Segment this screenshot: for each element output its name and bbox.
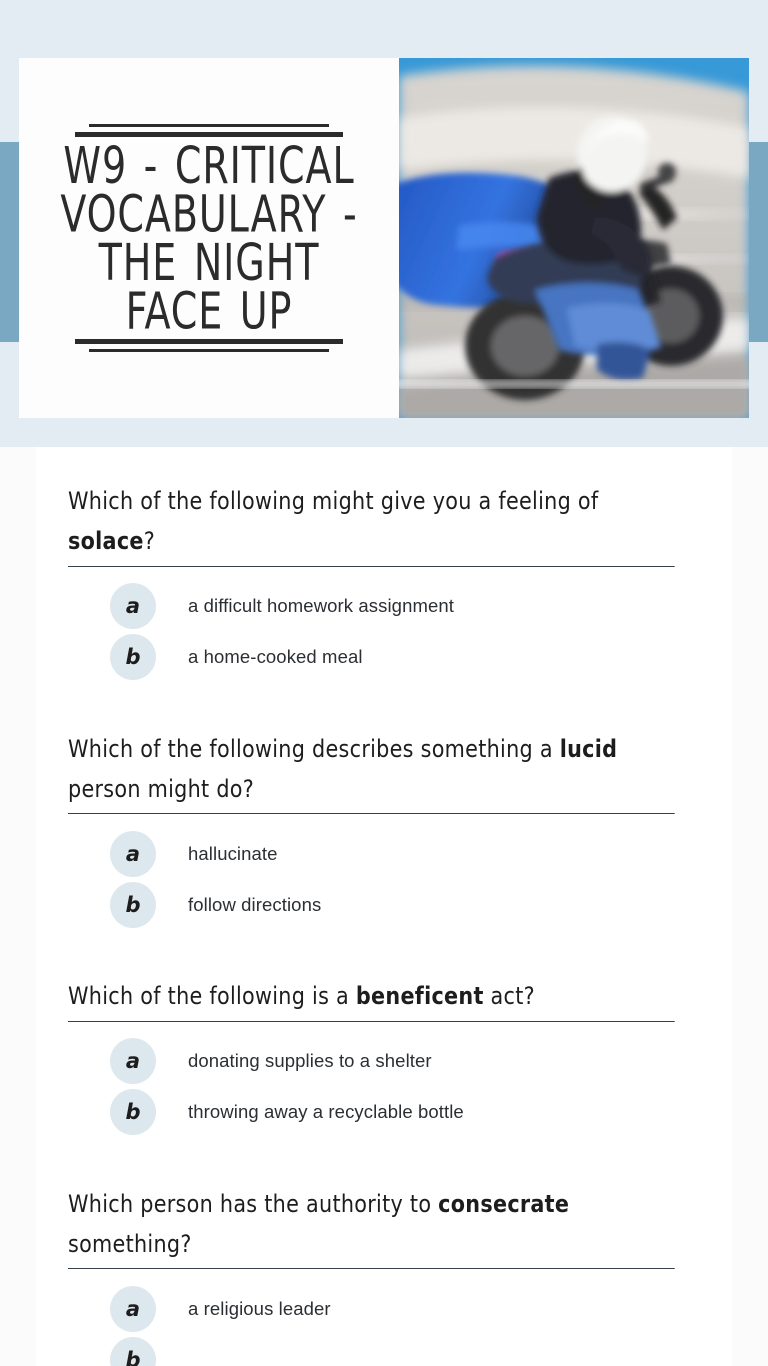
question-text-segment: act?: [483, 982, 535, 1011]
title-rule-thin-top: [89, 123, 329, 127]
option-row[interactable]: a a religious leader: [68, 1283, 700, 1334]
option-row[interactable]: b a home-cooked meal: [68, 632, 700, 683]
option-letter-badge[interactable]: a: [110, 1285, 156, 1332]
vocabulary-term: solace: [68, 527, 144, 556]
option-row[interactable]: a hallucinate: [68, 828, 700, 879]
option-label[interactable]: a home-cooked meal: [188, 646, 363, 668]
option-label[interactable]: follow directions: [188, 894, 321, 916]
question-text-segment: Which of the following might give you a …: [68, 487, 599, 515]
option-label[interactable]: throwing away a recyclable bottle: [188, 1101, 464, 1123]
option-label[interactable]: donating supplies to a shelter: [188, 1050, 432, 1072]
vocabulary-term: lucid: [559, 734, 618, 763]
option-letter-badge[interactable]: b: [110, 881, 156, 928]
question-block: Which of the following might give you a …: [68, 481, 700, 683]
option-label[interactable]: a difficult homework assignment: [188, 595, 454, 617]
question-text: Which of the following might give you a …: [68, 481, 675, 567]
page-title: W9 - CRITICAL VOCABULARY - THE NIGHT FAC…: [60, 136, 358, 342]
banner-photo: [399, 58, 749, 418]
option-label[interactable]: hallucinate: [188, 843, 278, 865]
option-row[interactable]: a donating supplies to a shelter: [68, 1036, 700, 1087]
question-text-segment: ?: [143, 527, 156, 556]
option-row[interactable]: b throwing away a recyclable bottle: [68, 1087, 700, 1138]
question-text: Which of the following describes somethi…: [68, 729, 675, 815]
option-letter-badge[interactable]: b: [110, 1336, 156, 1366]
question-text-segment: Which of the following is a: [68, 982, 356, 1011]
quiz-card: Which of the following might give you a …: [36, 447, 732, 1366]
question-list: Which of the following might give you a …: [68, 481, 700, 1366]
vocabulary-term: beneficent: [355, 982, 484, 1011]
option-list: a hallucinate b follow directions: [68, 828, 700, 930]
question-text-segment: Which person has the authority to: [68, 1189, 439, 1218]
question-block: Which of the following describes somethi…: [68, 729, 700, 931]
option-letter-badge[interactable]: a: [110, 583, 156, 630]
option-letter-badge[interactable]: b: [110, 634, 156, 681]
vocabulary-term: consecrate: [438, 1189, 570, 1218]
question-block: Which person has the authority to consec…: [68, 1184, 700, 1366]
option-letter-badge[interactable]: a: [110, 830, 156, 877]
option-row[interactable]: b follow directions: [68, 879, 700, 930]
question-text: Which person has the authority to consec…: [68, 1184, 675, 1270]
header-banner: W9 - CRITICAL VOCABULARY - THE NIGHT FAC…: [0, 58, 768, 418]
option-list: a a difficult homework assignment b a home-…: [68, 581, 700, 683]
option-list: a donating supplies to a shelter b throwing…: [68, 1036, 700, 1138]
option-letter-badge[interactable]: b: [110, 1089, 156, 1136]
option-letter-badge[interactable]: a: [110, 1038, 156, 1085]
option-row[interactable]: a a difficult homework assignment: [68, 581, 700, 632]
question-block: Which of the following is a beneficent a…: [68, 976, 700, 1137]
question-text-segment: Which of the following describes somethi…: [68, 734, 560, 763]
option-row[interactable]: b: [68, 1334, 700, 1366]
question-text: Which of the following is a beneficent a…: [68, 976, 675, 1022]
option-label[interactable]: a religious leader: [188, 1298, 331, 1320]
banner-title-card: W9 - CRITICAL VOCABULARY - THE NIGHT FAC…: [19, 58, 399, 418]
title-rule-thin-bottom: [89, 349, 329, 353]
question-text-segment: person might do?: [68, 774, 255, 803]
option-list: a a religious leader b: [68, 1283, 700, 1366]
question-text-segment: something?: [68, 1229, 192, 1258]
banner-rail-right: [746, 142, 768, 342]
